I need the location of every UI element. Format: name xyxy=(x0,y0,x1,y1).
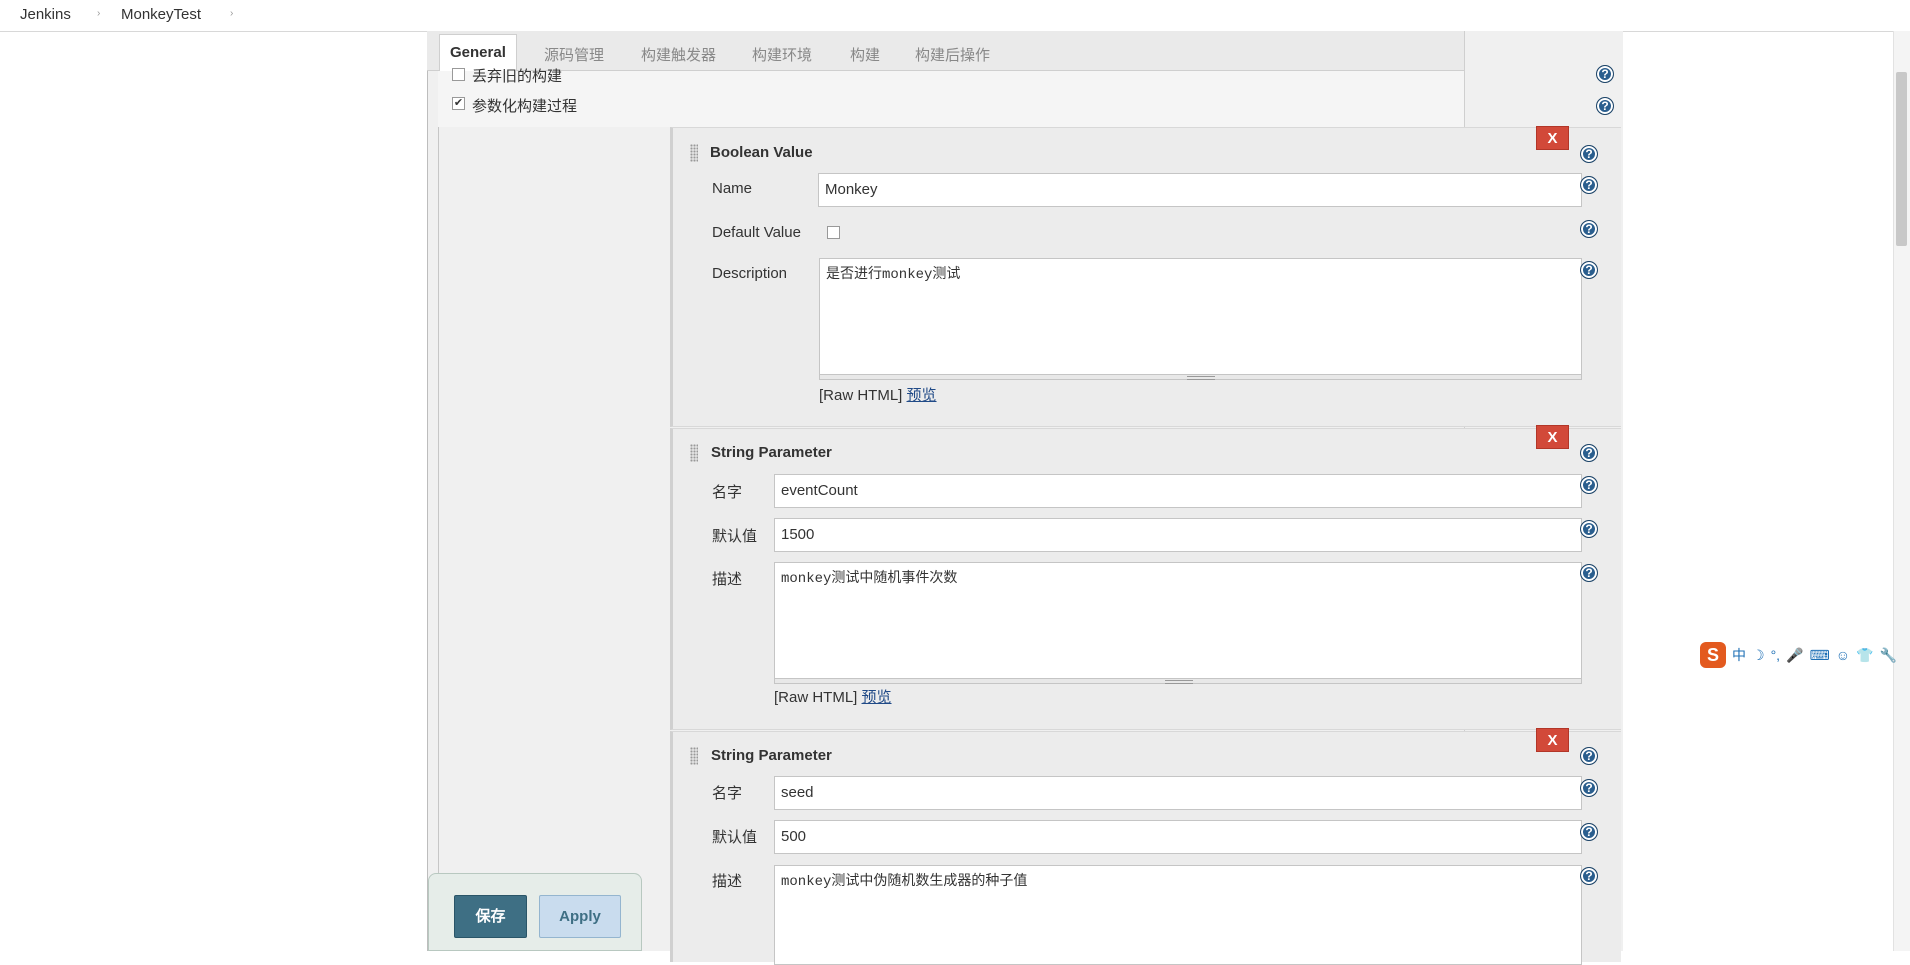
microphone-icon[interactable]: 🎤 xyxy=(1786,644,1803,666)
breadcrumb-monkeytest[interactable]: MonkeyTest xyxy=(121,6,201,23)
description-textarea[interactable]: monkey测试中伪随机数生成器的种子值 xyxy=(774,865,1582,965)
raw-html-label: [Raw HTML] xyxy=(774,689,858,706)
help-icon[interactable]: ? xyxy=(1596,65,1614,83)
section-divider xyxy=(438,127,439,951)
breadcrumb: Jenkins › MonkeyTest › xyxy=(0,0,1910,32)
help-icon[interactable]: ? xyxy=(1580,176,1598,194)
help-icon[interactable]: ? xyxy=(1596,97,1614,115)
help-icon[interactable]: ? xyxy=(1580,261,1598,279)
breadcrumb-jenkins[interactable]: Jenkins xyxy=(20,6,71,23)
breadcrumb-separator: › xyxy=(97,8,101,19)
drag-handle-icon[interactable] xyxy=(690,144,698,162)
raw-html-note: [Raw HTML] 预览 xyxy=(774,686,892,707)
drag-handle-icon[interactable] xyxy=(690,444,698,462)
description-label: Description xyxy=(712,265,788,282)
general-options: 丢弃旧的构建 ✔ 参数化构建过程 xyxy=(438,68,1465,127)
delete-param-button[interactable]: X xyxy=(1536,126,1569,150)
shirt-icon[interactable]: 👕 xyxy=(1856,644,1873,666)
punctuation-icon[interactable]: °, xyxy=(1771,644,1781,666)
ime-mode-toggle[interactable]: 中 xyxy=(1732,644,1746,666)
raw-html-label: [Raw HTML] xyxy=(819,387,903,404)
breadcrumb-separator: › xyxy=(230,8,234,19)
help-icon[interactable]: ? xyxy=(1580,564,1598,582)
description-label: 描述 xyxy=(712,873,743,890)
description-textarea[interactable]: monkey测试中随机事件次数 xyxy=(774,562,1582,679)
default-value-input[interactable]: 500 xyxy=(774,820,1582,854)
grip-icon xyxy=(1165,680,1193,684)
param-type-title: Boolean Value xyxy=(710,144,813,161)
default-value-label: Default Value xyxy=(712,224,801,241)
help-icon[interactable]: ? xyxy=(1580,520,1598,538)
apply-button[interactable]: Apply xyxy=(539,895,621,938)
drag-handle-icon[interactable] xyxy=(690,747,698,765)
user-icon[interactable]: ☺ xyxy=(1836,644,1850,666)
param-type-title: String Parameter xyxy=(711,444,832,461)
save-button[interactable]: 保存 xyxy=(454,895,527,938)
textarea-resize-handle[interactable] xyxy=(819,374,1582,380)
discard-old-builds-label: 丢弃旧的构建 xyxy=(472,68,563,85)
help-icon[interactable]: ? xyxy=(1580,220,1598,238)
name-label: Name xyxy=(712,180,753,197)
discard-old-builds-checkbox[interactable] xyxy=(452,68,465,81)
help-icon[interactable]: ? xyxy=(1580,823,1598,841)
preview-link[interactable]: 预览 xyxy=(862,689,892,706)
delete-param-button[interactable]: X xyxy=(1536,728,1569,752)
help-icon[interactable]: ? xyxy=(1580,145,1598,163)
config-tab-bar: General 源码管理 构建触发器 构建环境 构建 构建后操作 xyxy=(427,31,1465,72)
tab-build-triggers[interactable]: 构建触发器 xyxy=(641,44,716,65)
textarea-resize-handle[interactable] xyxy=(774,678,1582,684)
param-type-title: String Parameter xyxy=(711,747,832,764)
sogou-logo-icon[interactable]: S xyxy=(1700,642,1726,668)
help-icon[interactable]: ? xyxy=(1580,779,1598,797)
help-icon[interactable]: ? xyxy=(1580,867,1598,885)
help-icon[interactable]: ? xyxy=(1580,444,1598,462)
name-label: 名字 xyxy=(712,484,743,501)
moon-icon[interactable]: ☽ xyxy=(1752,644,1765,666)
tab-scm[interactable]: 源码管理 xyxy=(544,44,604,65)
scrollbar-thumb[interactable] xyxy=(1896,72,1907,246)
wrench-icon[interactable]: 🔧 xyxy=(1879,644,1896,666)
help-icon[interactable]: ? xyxy=(1580,747,1598,765)
name-label: 名字 xyxy=(712,785,743,802)
description-textarea[interactable]: 是否进行monkey测试 xyxy=(819,258,1582,375)
name-input[interactable]: eventCount xyxy=(774,474,1582,508)
param-block-boolean: Boolean Value Name Monkey Default Value … xyxy=(670,127,1621,427)
name-input[interactable]: Monkey xyxy=(818,173,1582,207)
default-value-checkbox[interactable] xyxy=(827,226,840,239)
preview-link[interactable]: 预览 xyxy=(907,387,937,404)
delete-param-button[interactable]: X xyxy=(1536,425,1569,449)
keyboard-icon[interactable]: ⌨ xyxy=(1810,644,1830,666)
tab-build-environment[interactable]: 构建环境 xyxy=(752,44,812,65)
grip-icon xyxy=(1187,376,1215,380)
help-icon[interactable]: ? xyxy=(1580,476,1598,494)
parameterized-build-label: 参数化构建过程 xyxy=(472,98,578,115)
default-value-label: 默认值 xyxy=(712,528,758,545)
default-value-label: 默认值 xyxy=(712,829,758,846)
tab-post-build[interactable]: 构建后操作 xyxy=(915,44,990,65)
param-block-string-eventcount: String Parameter 名字 eventCount 默认值 1500 … xyxy=(670,428,1621,730)
default-value-input[interactable]: 1500 xyxy=(774,518,1582,552)
ime-toolbar: S 中 ☽ °, 🎤 ⌨ ☺ 👕 🔧 xyxy=(1700,640,1910,670)
param-block-string-seed: String Parameter 名字 seed 默认值 500 描述 monk… xyxy=(670,731,1621,965)
description-label: 描述 xyxy=(712,571,743,588)
raw-html-note: [Raw HTML] 预览 xyxy=(819,384,937,405)
parameterized-build-checkbox[interactable]: ✔ xyxy=(452,97,465,110)
tab-build[interactable]: 构建 xyxy=(850,44,880,65)
name-input[interactable]: seed xyxy=(774,776,1582,810)
